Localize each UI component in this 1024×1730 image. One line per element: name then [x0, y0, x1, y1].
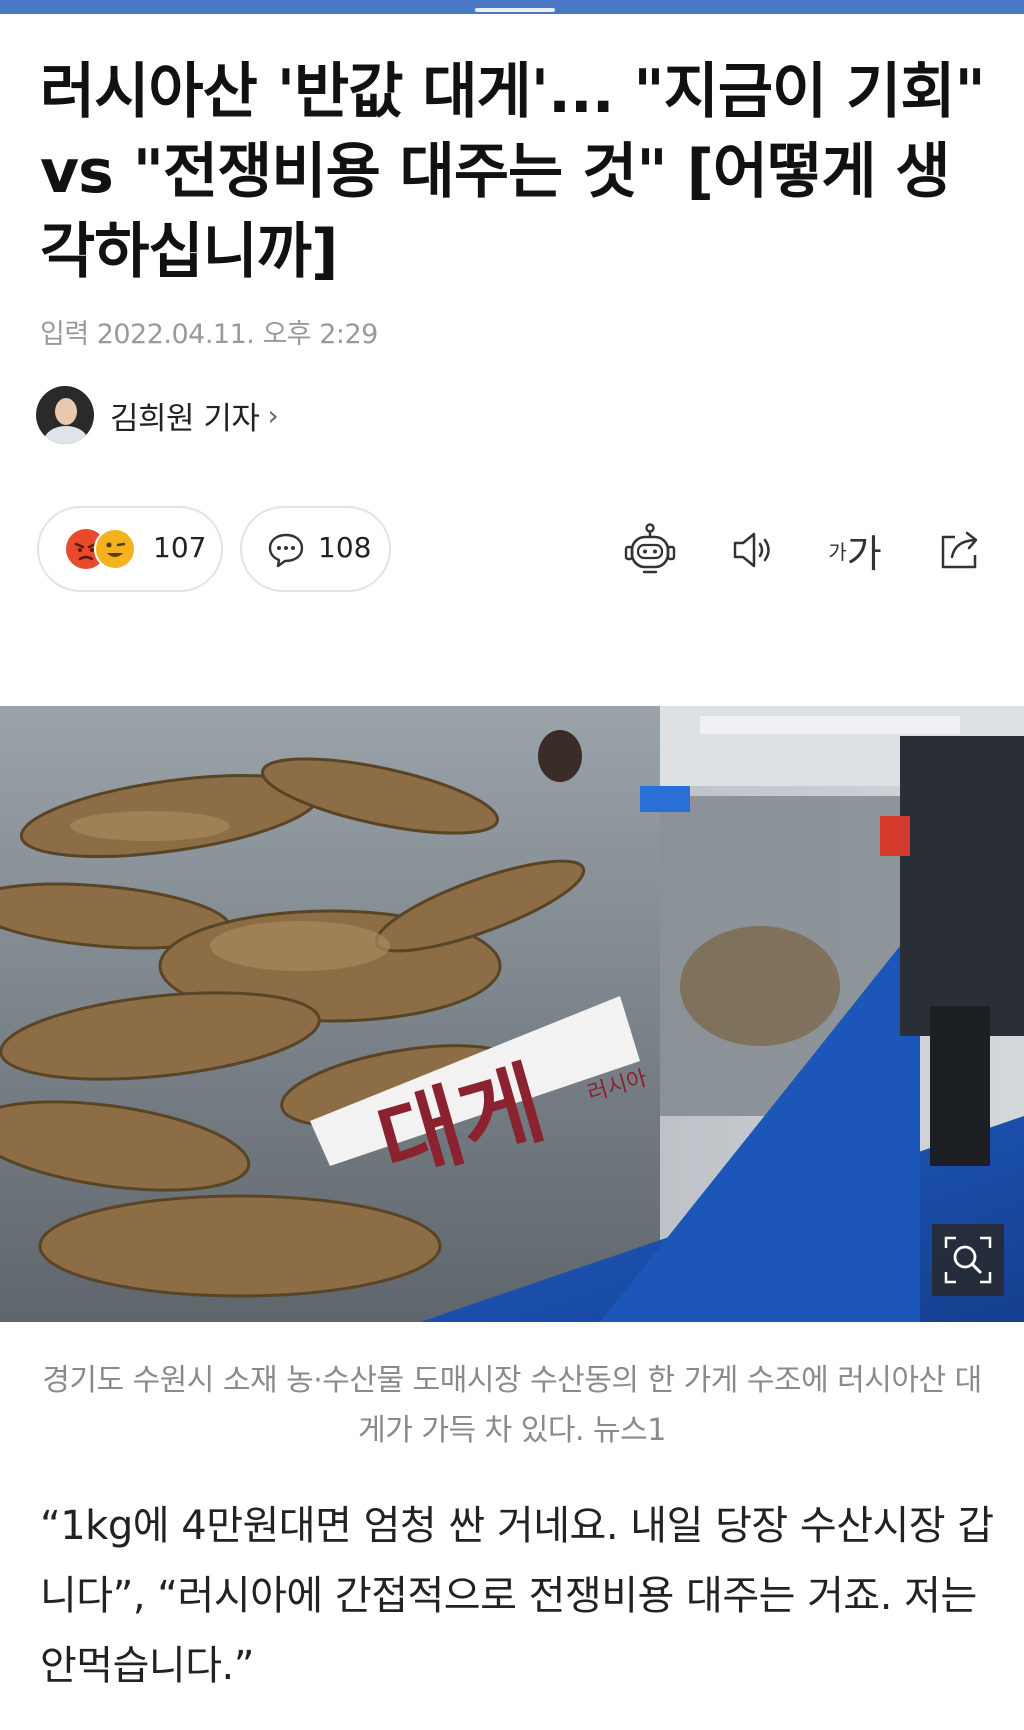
author-link[interactable]: 김희원 기자 ›	[36, 386, 279, 444]
comment-count: 108	[318, 531, 372, 564]
date-label: 입력	[40, 319, 89, 350]
author-name: 김희원 기자	[110, 400, 260, 437]
comment-bubble-icon	[266, 530, 306, 574]
date-value: 2022.04.11. 오후 2:29	[96, 319, 379, 350]
font-size-large-glyph: 가	[846, 531, 882, 576]
chevron-right-icon: ›	[267, 398, 279, 432]
zoom-magnifier-icon	[944, 1236, 992, 1284]
article-headline: 러시아산 '반값 대게'... "지금이 기회" vs "전쟁비용 대주는 것"…	[40, 57, 986, 287]
share-icon	[941, 531, 978, 569]
read-aloud-button[interactable]	[728, 520, 778, 580]
share-button[interactable]	[934, 520, 986, 580]
crab-tank-illustration: 대게 러시아	[0, 706, 1024, 1322]
comment-button[interactable]: 108	[240, 506, 391, 592]
avatar	[36, 386, 94, 444]
smile-emoji-icon	[94, 528, 136, 570]
zoom-photo-button[interactable]	[932, 1224, 1004, 1296]
status-bar-handle	[475, 8, 555, 12]
article-dateline: 입력 2022.04.11. 오후 2:29	[40, 312, 378, 351]
font-size-small-glyph: 가	[828, 539, 847, 564]
font-size-button[interactable]: 가가	[825, 520, 885, 580]
photo-caption: 경기도 수원시 소재 농·수산물 도매시장 수산동의 한 가게 수조에 러시아산…	[42, 1363, 982, 1448]
article-body-paragraph: “1kg에 4만원대면 엄청 싼 거네요. 내일 당장 수산시장 갑니다”, “…	[40, 1503, 994, 1689]
reaction-count: 107	[153, 531, 207, 564]
article-photo[interactable]: 대게 러시아	[0, 706, 1024, 1322]
reaction-button[interactable]: 107	[37, 506, 223, 592]
ai-summary-button[interactable]	[620, 520, 680, 580]
status-bar	[0, 0, 1024, 14]
speaker-icon	[733, 532, 770, 568]
robot-icon	[624, 523, 676, 574]
